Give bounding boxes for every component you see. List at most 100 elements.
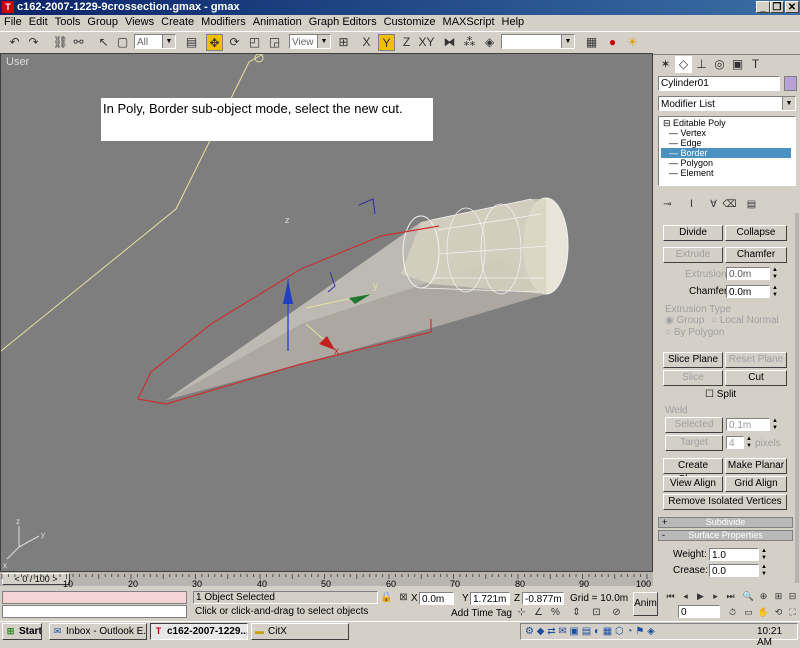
menu-modifiers[interactable]: Modifiers xyxy=(201,16,246,28)
motion-tab-icon[interactable]: ◎ xyxy=(711,56,728,73)
group-radio[interactable]: ◉ Group xyxy=(665,315,704,326)
rotate-icon[interactable]: ⟳ xyxy=(226,34,243,51)
gizmo-z-arrow-icon[interactable] xyxy=(283,280,293,304)
stack-item-border[interactable]: — Border xyxy=(661,148,791,158)
minimize-button[interactable]: _ xyxy=(756,1,770,13)
extrusion-spinner-icon[interactable]: ▲ ▼ xyxy=(771,267,779,281)
restrict-x-icon[interactable]: X xyxy=(358,34,375,51)
absolute-mode-icon[interactable]: ⊠ xyxy=(395,589,412,606)
surface-properties-rollout[interactable]: - Surface Properties xyxy=(658,530,793,541)
weld-target-button[interactable]: Target xyxy=(665,435,723,451)
weld-selected-button[interactable]: Selected xyxy=(665,417,723,433)
snap-toggle-icon[interactable]: ⊹ xyxy=(513,604,530,621)
lock-selection-icon[interactable]: 🔒 xyxy=(378,589,395,606)
pivot-center-icon[interactable]: ⊞ xyxy=(335,34,352,51)
time-slider[interactable]: < 0 / 100 > xyxy=(0,572,653,586)
object-color-swatch[interactable] xyxy=(784,76,797,91)
taskbar-item-gmax[interactable]: Tc162-2007-1229... xyxy=(150,623,248,640)
cylinder-body[interactable] xyxy=(401,199,546,294)
redo-icon[interactable]: ↷ xyxy=(25,34,42,51)
divide-button[interactable]: Divide xyxy=(663,225,723,241)
weight-field[interactable]: 1.0 xyxy=(709,548,759,561)
animate-button[interactable]: Anim xyxy=(633,592,658,616)
zoom-extents-all-icon[interactable]: ⊟ xyxy=(784,588,800,605)
restrict-z-icon[interactable]: Z xyxy=(398,34,415,51)
configure-modifier-sets-icon[interactable]: ▤ xyxy=(743,196,760,213)
menu-customize[interactable]: Customize xyxy=(384,16,436,28)
local-normal-radio[interactable]: ○ Local Normal xyxy=(711,315,779,326)
percent-snap-icon[interactable]: % xyxy=(547,604,564,621)
modifier-list-dropdown[interactable]: Modifier List ▼ xyxy=(658,96,796,111)
menu-tools[interactable]: Tools xyxy=(55,16,81,28)
taskbar-item-citx[interactable]: ▬ CitX xyxy=(251,623,349,640)
stack-item-vertex[interactable]: — Vertex xyxy=(669,128,799,138)
menu-create[interactable]: Create xyxy=(161,16,194,28)
pin-stack-icon[interactable]: ⊸ xyxy=(659,196,676,213)
crease-spinner-icon[interactable]: ▲ ▼ xyxy=(760,564,768,578)
y-coordinate-field[interactable]: 1.721m xyxy=(470,592,510,605)
menu-views[interactable]: Views xyxy=(125,16,154,28)
hierarchy-tab-icon[interactable]: ⊥ xyxy=(693,56,710,73)
viewport-user[interactable]: User z y x z y x In Poly, Border sub-obj… xyxy=(0,53,653,572)
menu-graph-editors[interactable]: Graph Editors xyxy=(309,16,377,28)
reference-coordinate-dropdown[interactable]: View ▼ xyxy=(289,34,331,49)
named-selection-sets-icon[interactable]: ⊡ xyxy=(588,604,605,621)
isolate-icon[interactable]: ⊘ xyxy=(608,604,625,621)
weld-threshold-spinner-icon[interactable]: ▲ ▼ xyxy=(771,418,779,432)
restrict-xy-icon[interactable]: XY xyxy=(418,34,435,51)
remove-isolated-vertices-button[interactable]: Remove Isolated Vertices xyxy=(663,494,787,510)
taskbar-item-outlook[interactable]: ✉ Inbox - Outlook E... xyxy=(49,623,147,640)
cut-button[interactable]: Cut xyxy=(725,370,787,386)
spinner-snap-icon[interactable]: ⇕ xyxy=(568,604,585,621)
make-unique-icon[interactable]: ∀ xyxy=(705,196,722,213)
modify-tab-icon[interactable]: ◇ xyxy=(675,56,692,73)
chamfer-button[interactable]: Chamfer xyxy=(725,247,787,263)
weld-threshold-field[interactable]: 0.1m xyxy=(726,418,770,431)
chamfer-field[interactable]: 0.0m xyxy=(726,285,770,298)
close-button[interactable]: ✕ xyxy=(785,1,799,13)
slice-button[interactable]: Slice xyxy=(663,370,723,386)
undo-icon[interactable]: ↶ xyxy=(6,34,23,51)
display-tab-icon[interactable]: ▣ xyxy=(729,56,746,73)
angle-snap-icon[interactable]: ∠ xyxy=(530,604,547,621)
unlink-icon[interactable]: ⚯ xyxy=(70,34,87,51)
create-tab-icon[interactable]: ✶ xyxy=(657,56,674,73)
stack-item-edge[interactable]: — Edge xyxy=(669,138,799,148)
menu-file[interactable]: File xyxy=(4,16,22,28)
render-icon[interactable]: ● xyxy=(604,34,621,51)
gmax-app-icon[interactable]: T xyxy=(2,1,14,13)
menu-edit[interactable]: Edit xyxy=(29,16,48,28)
chamfer-spinner-icon[interactable]: ▲ ▼ xyxy=(771,285,779,299)
selection-filter-dropdown[interactable]: All ▼ xyxy=(134,34,176,49)
reset-plane-button[interactable]: Reset Plane xyxy=(725,352,787,368)
subdivide-rollout[interactable]: + Subdivide xyxy=(658,517,793,528)
array-icon[interactable]: ⁂ xyxy=(461,34,478,51)
scale-icon[interactable]: ◰ xyxy=(246,34,263,51)
split-checkbox[interactable]: ☐ Split xyxy=(705,389,736,400)
maximize-viewport-icon[interactable]: ⛶ xyxy=(784,604,800,621)
select-by-name-icon[interactable]: ▤ xyxy=(183,34,200,51)
scale-flyout-icon[interactable]: ◲ xyxy=(266,34,283,51)
by-polygon-radio[interactable]: ○ By Polygon xyxy=(665,327,724,338)
region-select-icon[interactable]: ▢ xyxy=(114,34,131,51)
current-frame-field[interactable]: 0 xyxy=(678,605,720,618)
view-align-button[interactable]: View Align xyxy=(663,476,723,492)
x-coordinate-field[interactable]: 0.0m xyxy=(419,592,454,605)
add-time-tag[interactable]: Add Time Tag xyxy=(451,608,512,619)
extrusion-field[interactable]: 0.0m xyxy=(726,267,770,280)
select-link-icon[interactable]: ⛓ xyxy=(52,34,69,51)
object-name-field[interactable]: Cylinder01 xyxy=(658,76,780,91)
move-icon[interactable]: ✥ xyxy=(206,34,223,51)
show-end-result-icon[interactable]: Ⅰ xyxy=(683,196,700,213)
goto-end-icon[interactable]: ⏭ xyxy=(722,588,739,605)
maxscript-listener-mini[interactable] xyxy=(2,591,187,604)
make-planar-button[interactable]: Make Planar xyxy=(725,458,787,474)
weld-pixels-spinner-icon[interactable]: ▲ ▼ xyxy=(745,436,753,450)
material-editor-icon[interactable]: ▦ xyxy=(583,34,600,51)
select-object-icon[interactable]: ↖ xyxy=(95,34,112,51)
render-last-icon[interactable]: ☀ xyxy=(624,34,641,51)
stack-item-element[interactable]: — Element xyxy=(669,168,799,178)
menu-group[interactable]: Group xyxy=(87,16,118,28)
stack-item-editable-poly[interactable]: ⊟ Editable Poly xyxy=(663,118,793,128)
weld-target-pixels-field[interactable]: 4 xyxy=(726,436,744,449)
